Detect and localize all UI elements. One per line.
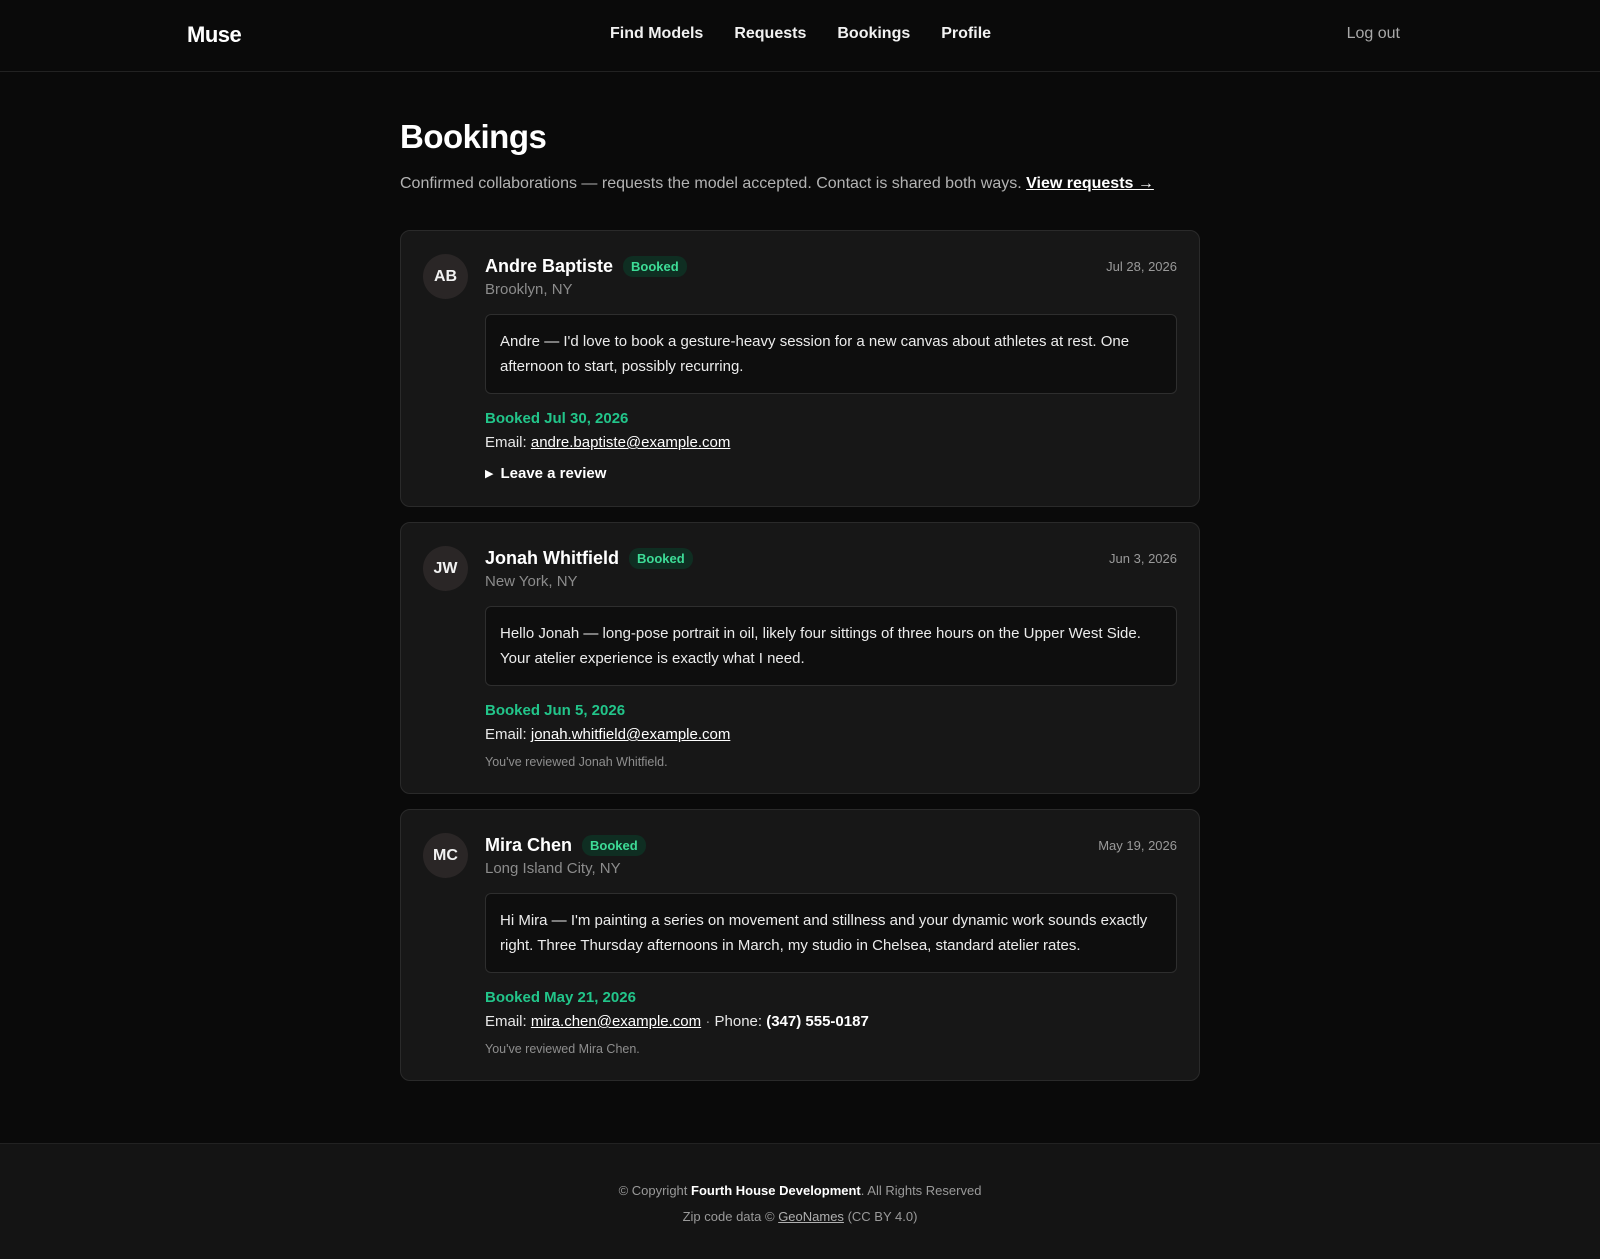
footer-copyright: © Copyright Fourth House Development. Al… bbox=[0, 1178, 1600, 1204]
footer-attribution: Zip code data © GeoNames (CC BY 4.0) bbox=[0, 1204, 1600, 1230]
leave-review-label: Leave a review bbox=[500, 465, 607, 482]
brand-logo[interactable]: Muse bbox=[187, 22, 242, 48]
request-message: Andre — I'd love to book a gesture-heavy… bbox=[485, 314, 1177, 394]
model-name: Andre Baptiste bbox=[485, 255, 614, 276]
booking-card-body: Andre Baptiste Booked Jul 28, 2026 Brook… bbox=[485, 254, 1177, 482]
avatar: AB bbox=[423, 254, 468, 299]
request-date: Jul 28, 2026 bbox=[1106, 258, 1177, 274]
nav-link-requests[interactable]: Requests bbox=[734, 25, 806, 43]
phone-label: Phone: bbox=[714, 1013, 763, 1030]
leave-review-toggle[interactable]: ▶ Leave a review bbox=[485, 465, 1177, 482]
company-name: Fourth House Development bbox=[691, 1183, 861, 1198]
request-date: Jun 3, 2026 bbox=[1109, 550, 1177, 566]
name-row: Andre Baptiste Booked bbox=[485, 255, 687, 277]
contact-info: Email: andre.baptiste@example.com bbox=[485, 434, 1177, 451]
main-content: Bookings Confirmed collaborations — requ… bbox=[400, 72, 1200, 1081]
email-label: Email: bbox=[485, 434, 527, 451]
status-badge: Booked bbox=[623, 255, 687, 277]
booking-card-header: Jonah Whitfield Booked Jun 3, 2026 bbox=[485, 546, 1177, 570]
booked-date: Booked May 21, 2026 bbox=[485, 989, 636, 1006]
bookings-list: AB Andre Baptiste Booked Jul 28, 2026 Br… bbox=[400, 230, 1200, 1081]
geonames-link[interactable]: GeoNames bbox=[778, 1209, 844, 1224]
page-subtitle: Confirmed collaborations — requests the … bbox=[400, 174, 1200, 194]
email-link[interactable]: andre.baptiste@example.com bbox=[531, 434, 731, 451]
email-link[interactable]: jonah.whitfield@example.com bbox=[531, 726, 731, 743]
rights-text: . All Rights Reserved bbox=[860, 1183, 982, 1198]
email-label: Email: bbox=[485, 726, 527, 743]
booking-card-body: Jonah Whitfield Booked Jun 3, 2026 New Y… bbox=[485, 546, 1177, 769]
booked-date: Booked Jun 5, 2026 bbox=[485, 702, 626, 719]
booking-card: MC Mira Chen Booked May 19, 2026 Long Is… bbox=[400, 809, 1200, 1081]
booking-card: AB Andre Baptiste Booked Jul 28, 2026 Br… bbox=[400, 230, 1200, 507]
avatar: MC bbox=[423, 833, 468, 878]
request-message: Hello Jonah — long-pose portrait in oil,… bbox=[485, 606, 1177, 686]
page-title: Bookings bbox=[400, 118, 547, 155]
nav-link-find-models[interactable]: Find Models bbox=[610, 25, 703, 43]
contact-info: Email: mira.chen@example.com · Phone: (3… bbox=[485, 1013, 1177, 1030]
copyright-prefix: © Copyright bbox=[618, 1183, 688, 1198]
avatar: JW bbox=[423, 546, 468, 591]
reviewed-note: You've reviewed Jonah Whitfield. bbox=[485, 755, 668, 769]
request-message: Hi Mira — I'm painting a series on movem… bbox=[485, 893, 1177, 973]
subtitle-text: Confirmed collaborations — requests the … bbox=[400, 175, 1022, 192]
disclosure-triangle-icon: ▶ bbox=[485, 468, 494, 480]
page-footer: © Copyright Fourth House Development. Al… bbox=[0, 1143, 1600, 1259]
request-date: May 19, 2026 bbox=[1098, 837, 1177, 853]
license-text: (CC BY 4.0) bbox=[847, 1209, 918, 1224]
logout-link[interactable]: Log out bbox=[1347, 25, 1400, 43]
name-row: Jonah Whitfield Booked bbox=[485, 547, 693, 569]
status-badge: Booked bbox=[582, 834, 646, 856]
booking-card-header: Andre Baptiste Booked Jul 28, 2026 bbox=[485, 254, 1177, 278]
booking-card: JW Jonah Whitfield Booked Jun 3, 2026 Ne… bbox=[400, 522, 1200, 794]
nav-link-bookings[interactable]: Bookings bbox=[837, 25, 910, 43]
phone-number: (347) 555-0187 bbox=[766, 1013, 869, 1030]
booked-date: Booked Jul 30, 2026 bbox=[485, 410, 629, 427]
model-location: New York, NY bbox=[485, 573, 578, 590]
model-location: Brooklyn, NY bbox=[485, 281, 573, 298]
contact-separator: · bbox=[705, 1013, 711, 1030]
model-name: Jonah Whitfield bbox=[485, 547, 619, 568]
nav-link-profile[interactable]: Profile bbox=[941, 25, 991, 43]
booking-card-body: Mira Chen Booked May 19, 2026 Long Islan… bbox=[485, 833, 1177, 1056]
zip-prefix: Zip code data © bbox=[682, 1209, 775, 1224]
name-row: Mira Chen Booked bbox=[485, 834, 646, 856]
model-location: Long Island City, NY bbox=[485, 860, 621, 877]
reviewed-note: You've reviewed Mira Chen. bbox=[485, 1042, 640, 1056]
email-label: Email: bbox=[485, 1013, 527, 1030]
view-requests-link[interactable]: View requests → bbox=[1026, 175, 1154, 192]
model-name: Mira Chen bbox=[485, 834, 573, 855]
contact-info: Email: jonah.whitfield@example.com bbox=[485, 726, 1177, 743]
status-badge: Booked bbox=[629, 547, 693, 569]
top-nav: Muse Find Models Requests Bookings Profi… bbox=[0, 0, 1600, 72]
booking-card-header: Mira Chen Booked May 19, 2026 bbox=[485, 833, 1177, 857]
nav-links: Find Models Requests Bookings Profile bbox=[610, 25, 991, 43]
email-link[interactable]: mira.chen@example.com bbox=[531, 1013, 701, 1030]
